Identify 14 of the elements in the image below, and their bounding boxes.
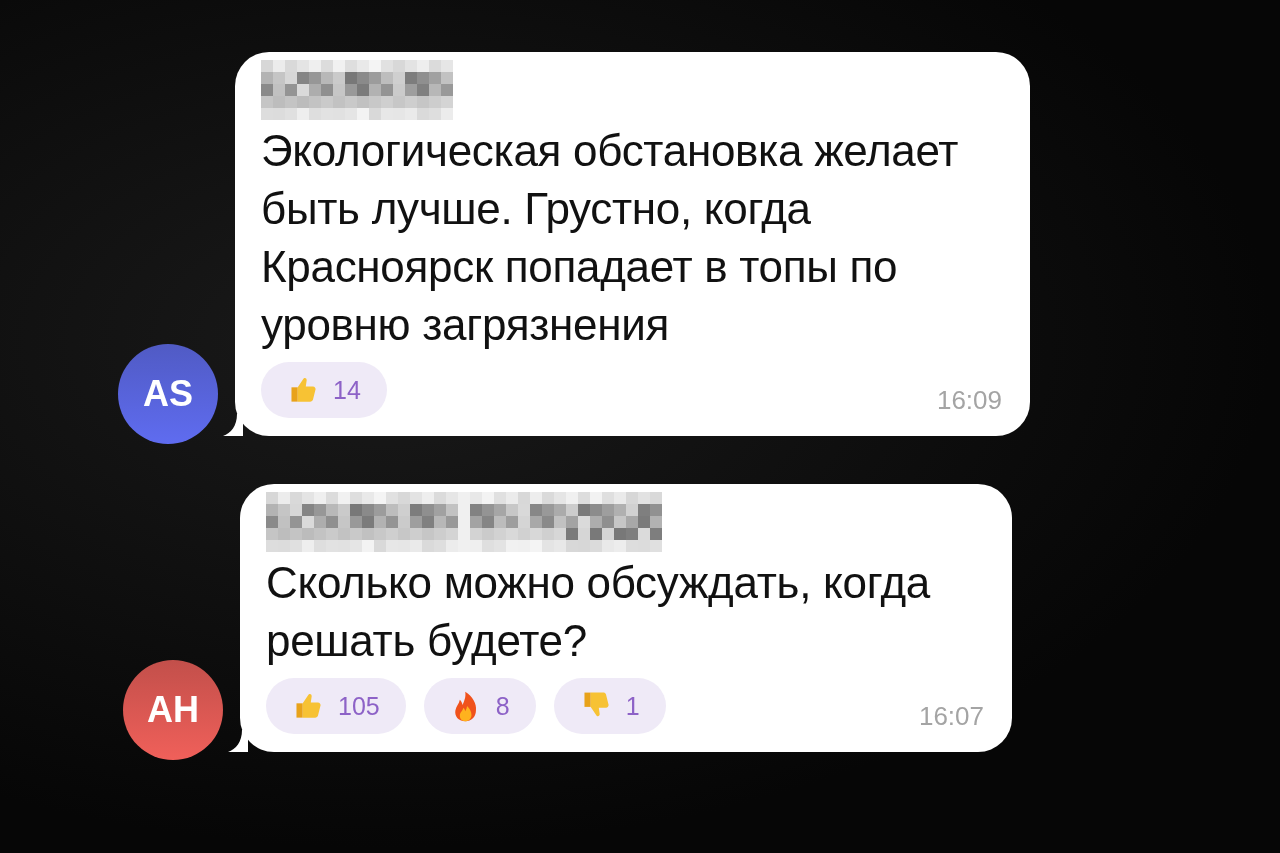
message-text: Сколько можно обсуждать, когда решать будете?	[266, 557, 932, 667]
reaction-count: 14	[333, 375, 361, 405]
message-text: Экологическая обстановка желает быть лучше. Грустно, когда Красноярск попадает в топы по уровню загрязнения	[261, 125, 960, 351]
reaction-count: 8	[495, 691, 510, 721]
reaction-button[interactable]: 105	[266, 678, 406, 734]
reaction-count: 105	[338, 691, 380, 721]
reaction-button[interactable]: 8	[423, 678, 536, 734]
avatar[interactable]: AH	[123, 660, 223, 760]
reaction-count: 1	[625, 691, 640, 721]
avatar[interactable]: AS	[118, 344, 218, 444]
message-time: 16:07	[918, 701, 984, 732]
message-time: 16:09	[936, 385, 1002, 416]
reaction-button[interactable]: 1	[553, 678, 666, 734]
reaction-button[interactable]: 14	[261, 362, 387, 418]
